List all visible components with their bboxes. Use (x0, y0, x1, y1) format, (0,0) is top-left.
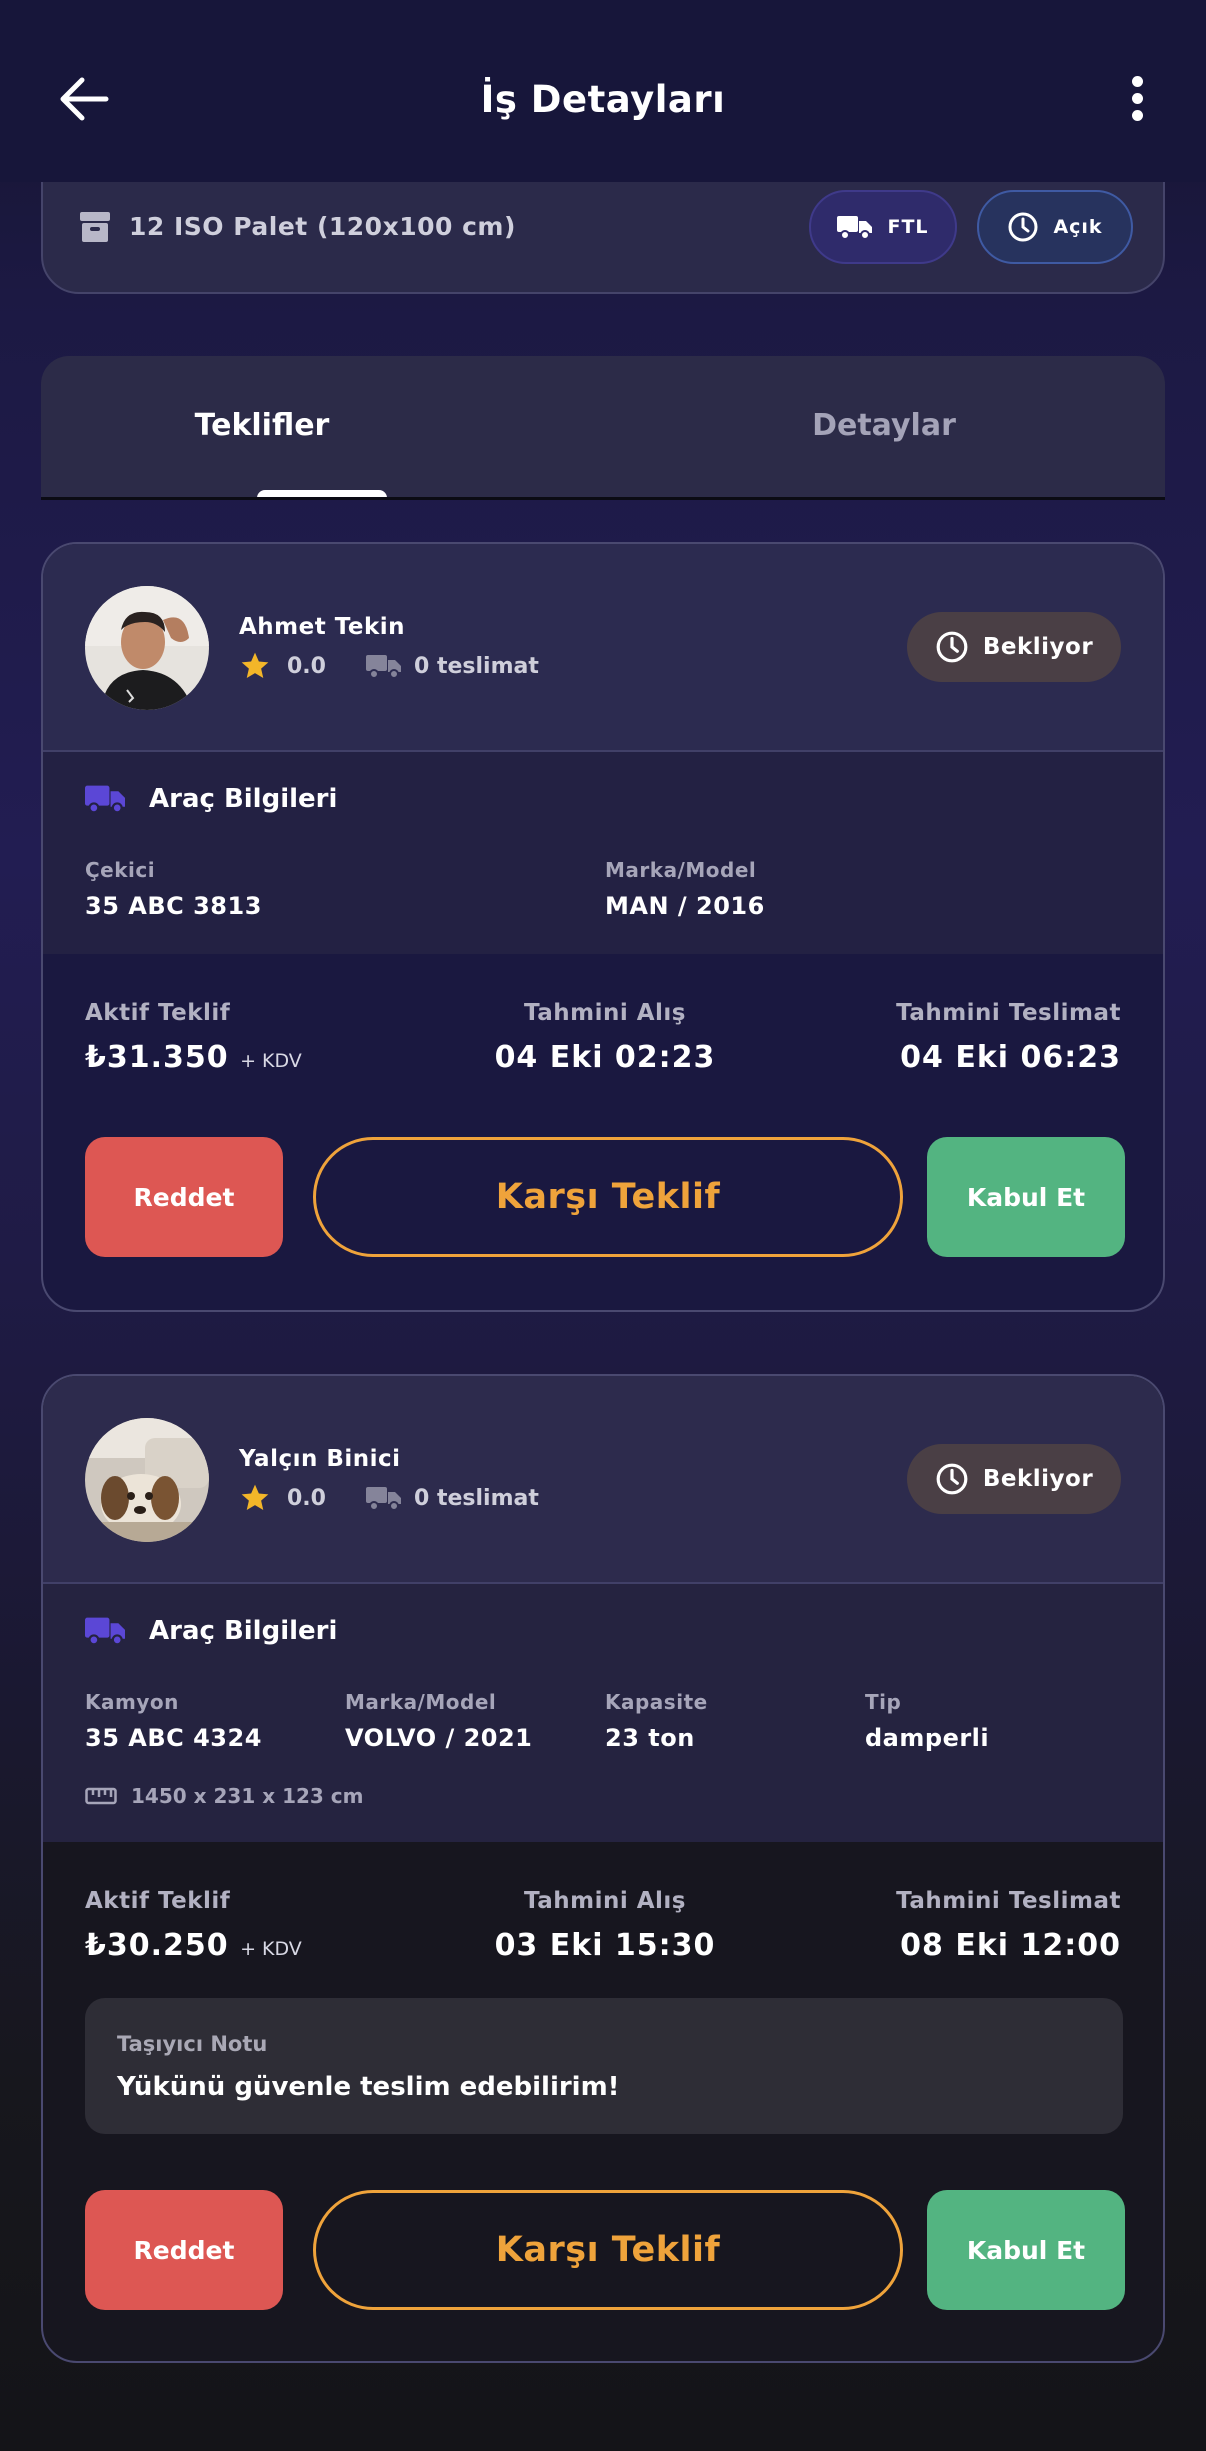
carrier-stats: 0.0 0 teslimat (239, 650, 539, 682)
carrier-header: Ahmet Tekin 0.0 0 teslimat Bekliyor (43, 544, 1163, 752)
offer-actions: Reddet Karşı Teklif Kabul Et (85, 2190, 1125, 2310)
vehicle-dimensions: 1450 x 231 x 123 cm (85, 1784, 363, 1808)
app-bar: İş Detayları (0, 0, 1206, 182)
status-badge: Bekliyor (907, 1444, 1121, 1514)
truck-icon (365, 1487, 401, 1511)
star-icon (241, 652, 269, 678)
tab-teklifler[interactable]: Teklifler (0, 408, 543, 443)
carrier-rating: 0.0 (287, 653, 326, 679)
vehicle-info-title: Araç Bilgileri (85, 1616, 337, 1646)
estimated-delivery: Tahmini Teslimat 04 Eki 06:23 (896, 1000, 1121, 1075)
vehicle-info-title: Araç Bilgileri (85, 784, 337, 814)
carrier-deliveries: 0 teslimat (413, 653, 539, 679)
tax-label: + KDV (240, 1938, 302, 1960)
job-status-badge: Açık (977, 190, 1133, 264)
vehicle-info: Araç Bilgileri Kamyon 35 ABC 4324 Marka/… (43, 1584, 1163, 1842)
star-icon (241, 1484, 269, 1510)
carrier-deliveries: 0 teslimat (413, 1485, 539, 1511)
counter-offer-button[interactable]: Karşı Teklif (313, 1137, 903, 1257)
spec-truck: Kamyon 35 ABC 4324 (85, 1690, 262, 1752)
reject-button[interactable]: Reddet (85, 2190, 283, 2310)
offer-card: Ahmet Tekin 0.0 0 teslimat Bekliyor Araç… (41, 542, 1165, 1312)
more-vertical-icon[interactable] (1132, 76, 1144, 122)
tab-detaylar[interactable]: Detaylar (603, 408, 1165, 443)
carrier-header: Yalçın Binici 0.0 0 teslimat Bekliyor (43, 1376, 1163, 1584)
ruler-icon (85, 1787, 117, 1805)
spec-brand-model: Marka/Model VOLVO / 2021 (345, 1690, 533, 1752)
active-offer: Aktif Teklif ₺30.250 + KDV (85, 1888, 302, 1963)
truck-icon (85, 1617, 125, 1646)
carrier-note-text: Yükünü güvenle teslim edebilirim! (117, 2072, 620, 2102)
carrier-note: Taşıyıcı Notu Yükünü güvenle teslim edeb… (85, 1998, 1123, 2134)
cargo-description: 12 ISO Palet (120x100 cm) (129, 212, 516, 241)
load-type-badge: FTL (809, 190, 957, 264)
estimated-pickup: Tahmini Alış 04 Eki 02:23 (494, 1000, 716, 1075)
page-title: İş Detayları (480, 78, 726, 121)
status-label: Bekliyor (982, 634, 1094, 660)
clock-icon (936, 1463, 968, 1495)
offer-card: Yalçın Binici 0.0 0 teslimat Bekliyor Ar… (41, 1374, 1165, 2363)
offer-price: ₺30.250 (85, 1928, 229, 1963)
counter-offer-button[interactable]: Karşı Teklif (313, 2190, 903, 2310)
estimated-delivery: Tahmini Teslimat 08 Eki 12:00 (896, 1888, 1121, 1963)
carrier-rating: 0.0 (287, 1485, 326, 1511)
load-type-label: FTL (887, 216, 929, 238)
tax-label: + KDV (240, 1050, 302, 1072)
avatar[interactable] (85, 1418, 209, 1542)
spec-tractor: Çekici 35 ABC 3813 (85, 858, 262, 920)
truck-icon (85, 785, 125, 814)
spec-capacity: Kapasite 23 ton (605, 1690, 708, 1752)
carrier-name: Yalçın Binici (239, 1446, 401, 1472)
truck-icon (837, 216, 873, 240)
carrier-stats: 0.0 0 teslimat (239, 1482, 539, 1514)
clock-icon (1008, 212, 1038, 242)
estimated-pickup: Tahmini Alış 03 Eki 15:30 (494, 1888, 716, 1963)
archive-box-icon (80, 212, 110, 242)
vehicle-info: Araç Bilgileri Çekici 35 ABC 3813 Marka/… (43, 752, 1163, 954)
reject-button[interactable]: Reddet (85, 1137, 283, 1257)
status-label: Bekliyor (982, 1466, 1094, 1492)
carrier-note-label: Taşıyıcı Notu (117, 2032, 268, 2056)
clock-icon (936, 631, 968, 663)
accept-button[interactable]: Kabul Et (927, 1137, 1125, 1257)
offer-price: ₺31.350 (85, 1040, 229, 1075)
tab-divider (41, 497, 1165, 500)
spec-type: Tip damperli (865, 1690, 990, 1752)
carrier-name: Ahmet Tekin (239, 614, 406, 640)
spec-brand-model: Marka/Model MAN / 2016 (605, 858, 765, 920)
job-status-label: Açık (1053, 216, 1103, 238)
status-badge: Bekliyor (907, 612, 1121, 682)
avatar[interactable] (85, 586, 209, 710)
offer-actions: Reddet Karşı Teklif Kabul Et (85, 1137, 1125, 1257)
active-offer: Aktif Teklif ₺31.350 + KDV (85, 1000, 302, 1075)
accept-button[interactable]: Kabul Et (927, 2190, 1125, 2310)
truck-icon (365, 655, 401, 679)
tab-bar: Teklifler Detaylar (41, 356, 1165, 500)
